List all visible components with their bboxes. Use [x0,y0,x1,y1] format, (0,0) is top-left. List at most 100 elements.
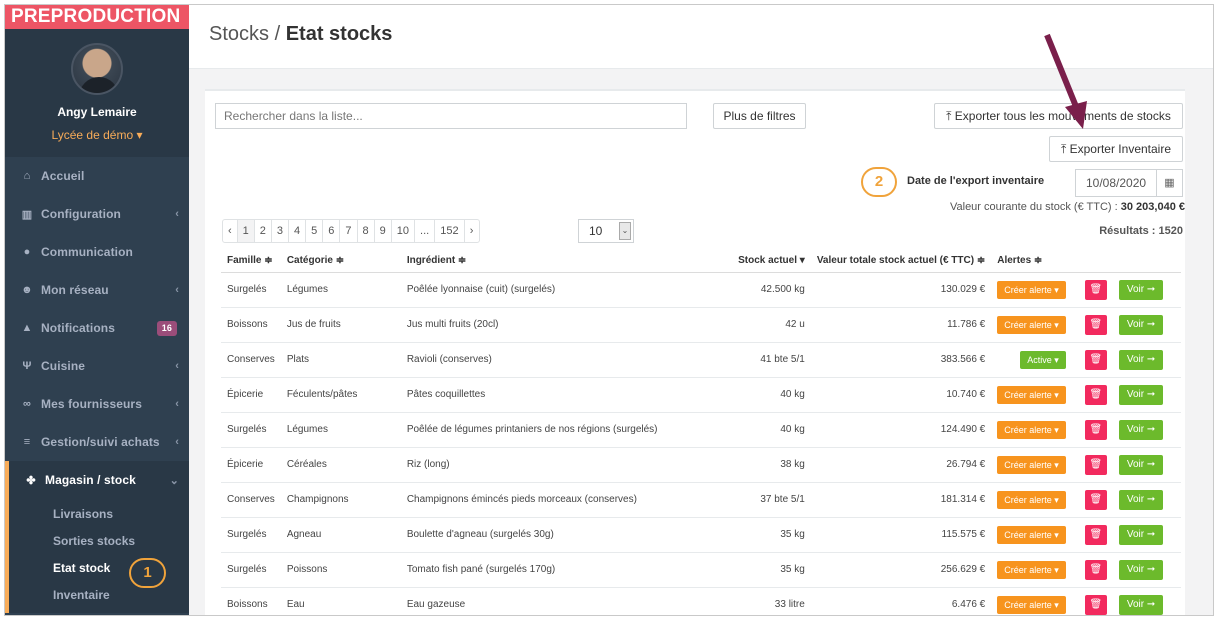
page-size-select[interactable]: 10 ⌄ [578,219,634,243]
cell-view: Voir ➞ [1112,272,1181,308]
cell-famille: Boissons [221,307,281,343]
sidebar-item-communication[interactable]: ● Communication [5,233,189,271]
create-alert-button[interactable]: Créer alerte ▾ [997,560,1066,579]
pagination-item[interactable]: 7 [340,220,358,242]
create-alert-button[interactable]: Créer alerte ▾ [997,315,1066,334]
search-input[interactable]: Rechercher dans la liste... [215,103,687,129]
column-header[interactable]: Alertes ≑ [991,250,1072,273]
sidebar-item-accueil[interactable]: ⌂ Accueil [5,157,189,195]
column-header[interactable]: Valeur totale stock actuel (€ TTC) ≑ [810,250,992,273]
submenu-item-sorties-stocks[interactable]: Sorties stocks [9,528,189,555]
view-button[interactable]: Voir ➞ [1118,384,1164,405]
school-dropdown[interactable]: Lycée de démo ▾ [5,128,189,142]
cell-delete: 🗑 [1071,447,1113,483]
pagination-item[interactable]: 5 [306,220,324,242]
view-button[interactable]: Voir ➞ [1118,454,1164,475]
sidebar-item-mon-r-seau[interactable]: ☻ Mon réseau ‹ [5,271,189,309]
column-header[interactable]: Stock actuel ▾ [730,250,811,273]
cell-view: Voir ➞ [1112,412,1181,448]
pagination-item[interactable]: 6 [323,220,341,242]
create-alert-button[interactable]: Créer alerte ▾ [997,420,1066,439]
pagination-item[interactable]: 8 [358,220,375,242]
cell-categorie: Féculents/pâtes [280,377,401,413]
create-alert-button[interactable]: Créer alerte ▾ [997,385,1066,404]
sidebar-item-label: Mon réseau [41,283,109,297]
view-button[interactable]: Voir ➞ [1118,314,1164,335]
stock-panel: Rechercher dans la liste... Plus de filt… [205,89,1185,615]
create-alert-button[interactable]: Créer alerte ▾ [997,455,1066,474]
trash-icon[interactable]: 🗑 [1084,314,1107,335]
column-header[interactable]: Ingrédient ≑ [400,250,731,273]
annotation-marker-1: 1 [129,558,166,588]
export-date-label: Date de l'export inventaire [907,175,1045,187]
cell-view: Voir ➞ [1112,307,1181,343]
sidebar-item-magasin-stock[interactable]: ✤ Magasin / stock ⌄ [5,461,189,499]
table-row: Conserves Champignons Champignons émincés … [221,482,1181,518]
trash-icon[interactable]: 🗑 [1084,594,1107,615]
trash-icon[interactable]: 🗑 [1084,559,1107,580]
breadcrumb-parent[interactable]: Stocks / [209,23,286,45]
cell-valeur: 256.629 € [810,552,992,588]
results-count: Résultats : 1520 [1099,225,1183,237]
chevron-down-icon[interactable]: ⌄ [619,222,631,240]
trash-icon[interactable]: 🗑 [1084,279,1107,300]
cell-stock: 42.500 kg [730,272,811,308]
cell-stock: 33 litre [730,587,811,615]
cell-delete: 🗑 [1071,377,1113,413]
cell-delete: 🗑 [1071,272,1113,308]
view-button[interactable]: Voir ➞ [1118,524,1164,545]
avatar[interactable] [71,43,123,95]
table-row: Boissons Eau Eau gazeuse 33 litre 6.476 € Cré… [221,587,1181,615]
create-alert-button[interactable]: Créer alerte ▾ [997,490,1066,509]
sidebar-nav: ⌂ Accueil ▥ Configuration ‹ ● Communication ☻ Mo… [5,157,189,613]
view-button[interactable]: Voir ➞ [1118,419,1164,440]
cell-view: Voir ➞ [1112,342,1181,378]
sidebar-item-notifications[interactable]: ▲ Notifications 16 [5,309,189,347]
view-button[interactable]: Voir ➞ [1118,489,1164,510]
create-alert-button[interactable]: Créer alerte ▾ [997,280,1066,299]
home-icon: ⌂ [23,170,31,182]
pagination-item[interactable]: › [465,220,479,242]
cubes-icon: ✤ [26,474,36,487]
view-button[interactable]: Voir ➞ [1118,594,1164,615]
pagination-item[interactable]: 2 [255,220,272,242]
sidebar-item-cuisine[interactable]: Ψ Cuisine ‹ [5,347,189,385]
cell-ingredient: Champignons émincés pieds morceaux (cons… [400,482,731,518]
submenu-item-inventaire[interactable]: Inventaire [9,582,189,609]
sidebar-item-configuration[interactable]: ▥ Configuration ‹ [5,195,189,233]
calendar-icon[interactable]: ▦ [1156,170,1182,196]
sidebar-item-mes-fournisseurs[interactable]: ∞ Mes fournisseurs ‹ [5,385,189,423]
trash-icon[interactable]: 🗑 [1084,349,1107,370]
export-inventory-button[interactable]: ⤒ Exporter Inventaire [1049,136,1183,162]
sidebar-item-gestion-suivi-achats[interactable]: ≡ Gestion/suivi achats ‹ [5,423,189,461]
submenu-item-livraisons[interactable]: Livraisons [9,501,189,528]
create-alert-button[interactable]: Créer alerte ▾ [997,595,1066,614]
pagination-item[interactable]: ‹ [223,220,238,242]
cell-famille: Épicerie [221,447,281,483]
stock-value-label: Valeur courante du stock (€ TTC) : [949,201,1121,213]
trash-icon[interactable]: 🗑 [1084,489,1107,510]
column-header[interactable]: Famille ≑ [221,250,281,273]
view-button[interactable]: Voir ➞ [1118,349,1164,370]
trash-icon[interactable]: 🗑 [1084,384,1107,405]
cell-valeur: 181.314 € [810,482,992,518]
pagination-item[interactable]: 1 [237,220,255,242]
alert-active-button[interactable]: Active ▾ [1020,350,1066,369]
pagination-item[interactable]: ... [415,220,436,242]
pagination-item[interactable]: 10 [392,220,416,242]
column-header[interactable]: Catégorie ≑ [280,250,401,273]
pagination-item[interactable]: 152 [435,220,465,242]
more-filters-button[interactable]: Plus de filtres [713,103,806,129]
view-button[interactable]: Voir ➞ [1118,559,1164,580]
pagination-item[interactable]: 3 [272,220,290,242]
trash-icon[interactable]: 🗑 [1084,419,1107,440]
cell-categorie: Eau [280,587,401,615]
trash-icon[interactable]: 🗑 [1084,524,1107,545]
pagination-item[interactable]: 4 [289,220,307,242]
trash-icon[interactable]: 🗑 [1084,454,1107,475]
create-alert-button[interactable]: Créer alerte ▾ [997,525,1066,544]
export-date-field[interactable]: 10/08/2020 ▦ [1075,169,1183,197]
pagination-item[interactable]: 9 [375,220,392,242]
view-button[interactable]: Voir ➞ [1118,279,1164,300]
cell-stock: 41 bte 5/1 [730,342,811,378]
